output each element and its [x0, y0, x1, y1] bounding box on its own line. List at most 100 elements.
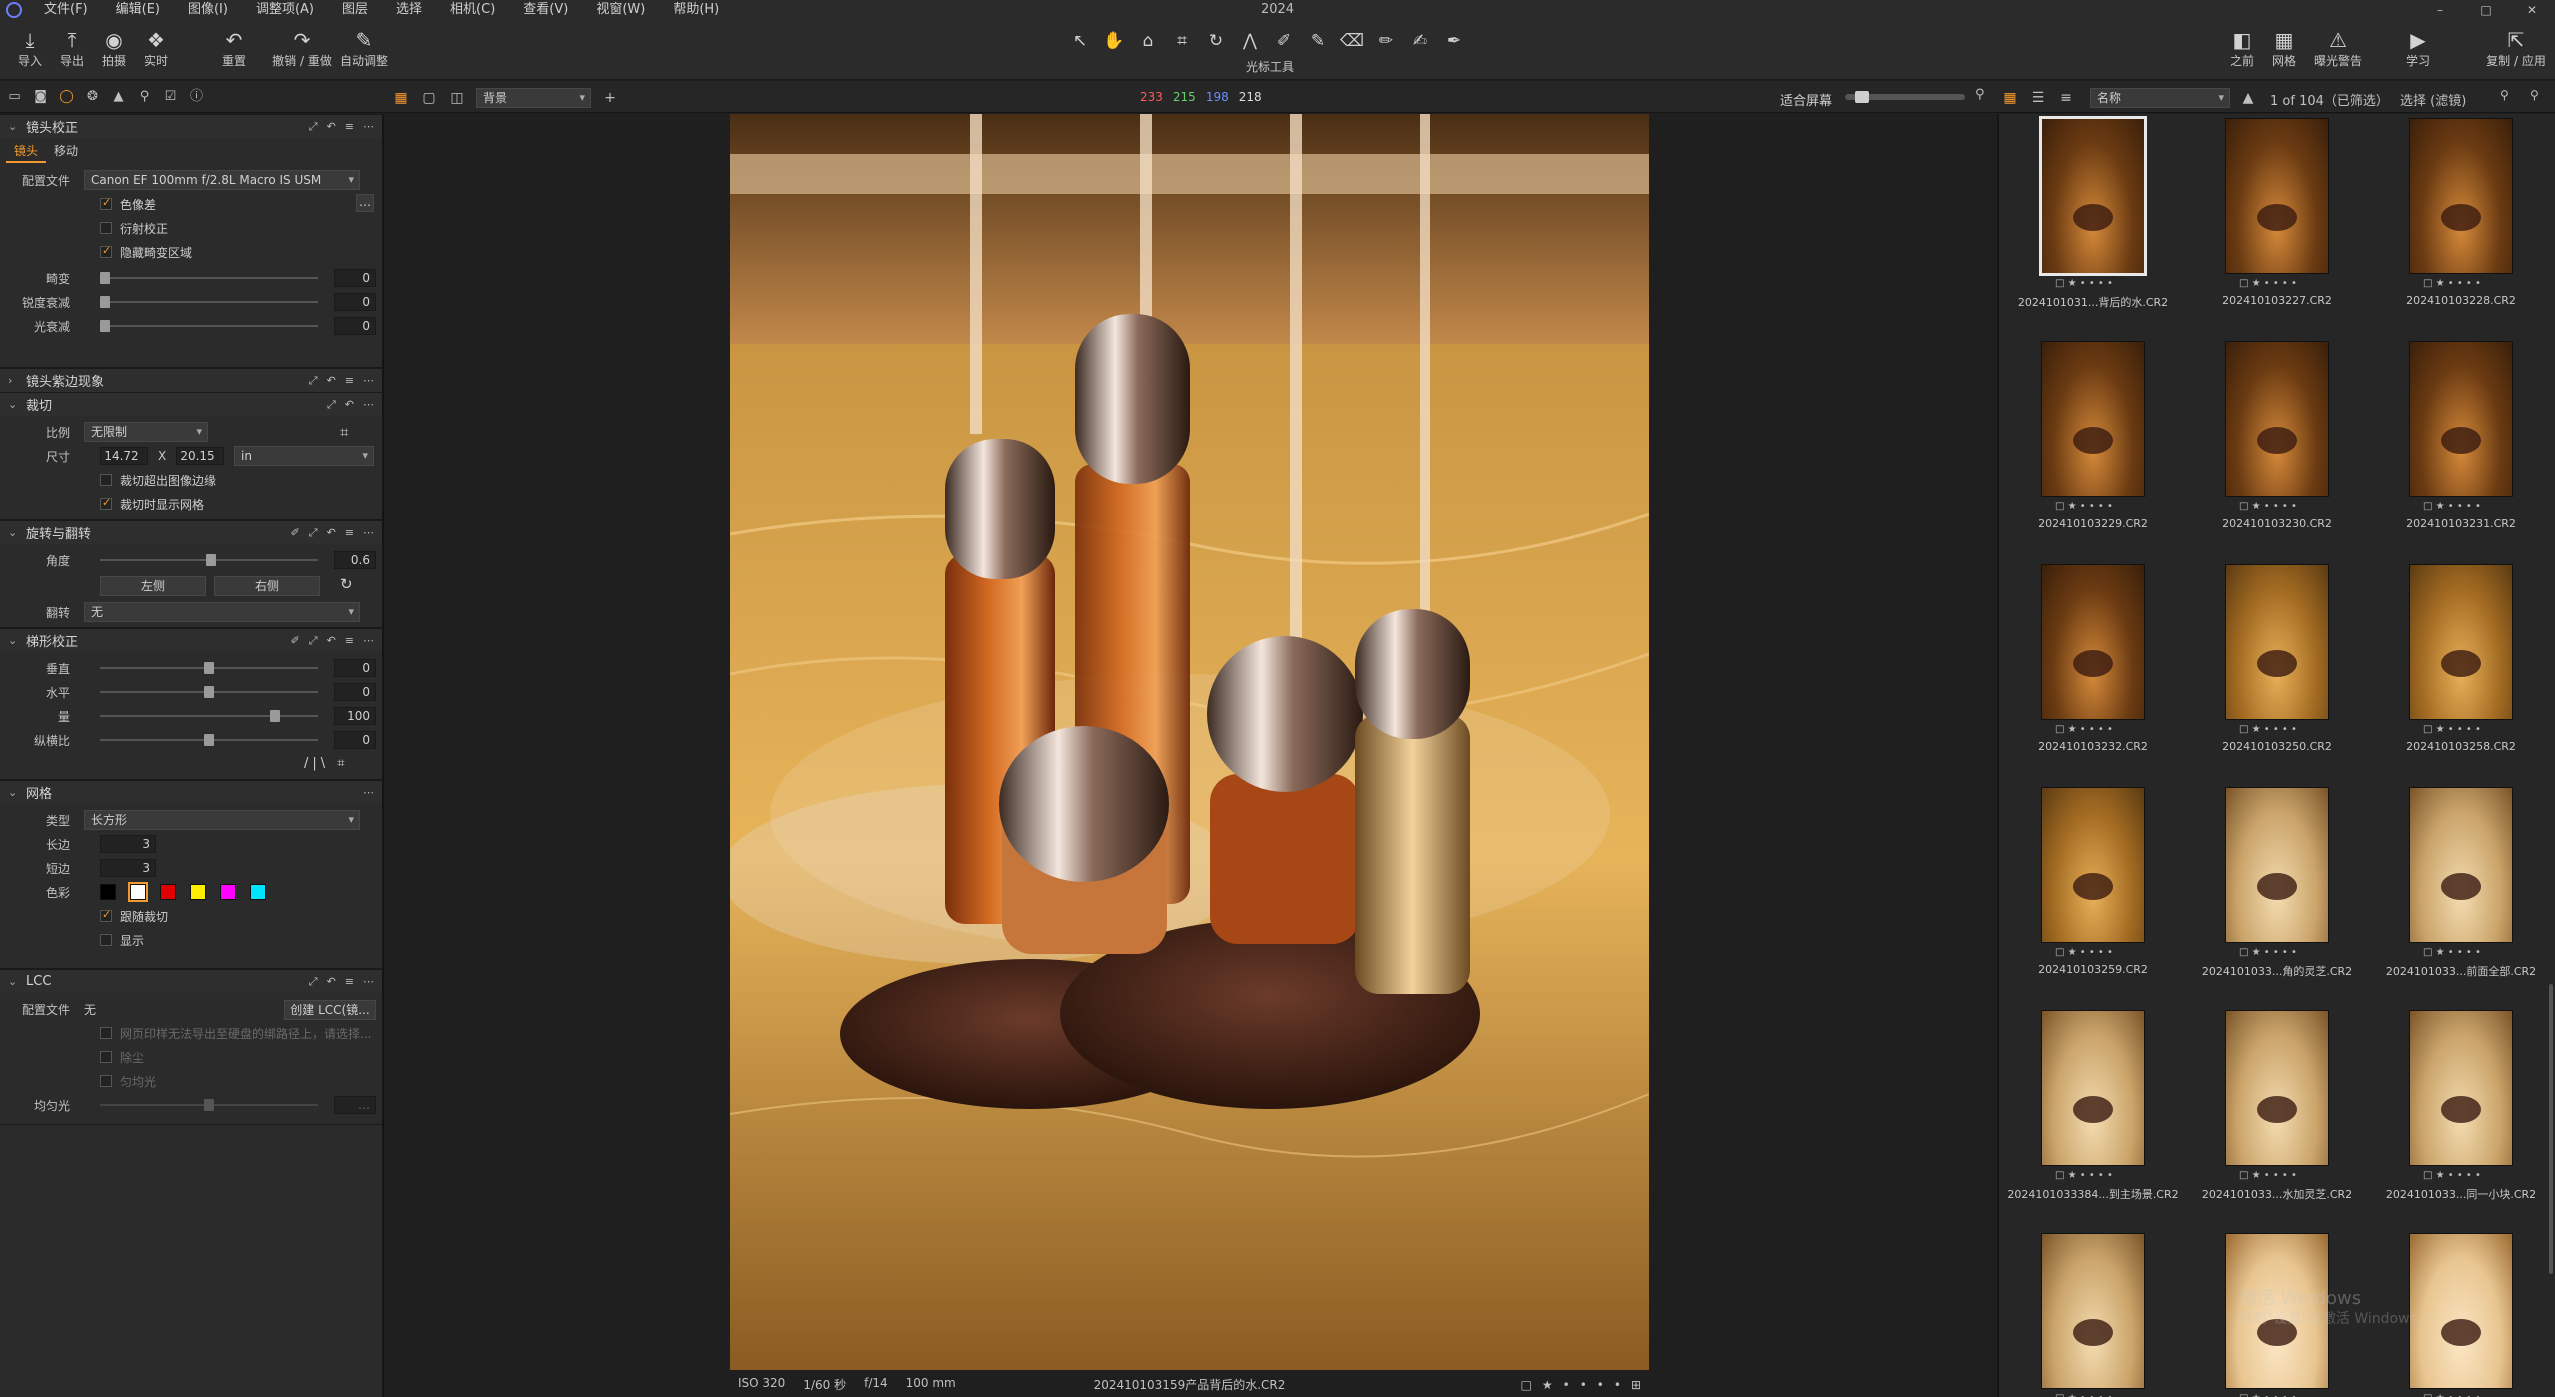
rating-dot[interactable]: • — [1563, 1378, 1570, 1392]
close-button[interactable]: ✕ — [2509, 0, 2555, 20]
sort-direction-icon[interactable]: ▲ — [2238, 90, 2258, 106]
thumbnail-rating[interactable]: □ ★ • • • • — [2055, 724, 2113, 735]
lcc-header[interactable]: ⌄ LCC ⤢ ↶ ≡ ⋯ — [0, 969, 382, 993]
angle-slider[interactable] — [100, 554, 318, 566]
thumbnail-rating[interactable]: □ ★ • • • • — [2055, 1170, 2113, 1181]
add-icon[interactable]: + — [601, 90, 619, 106]
thumbnail-image[interactable] — [2039, 116, 2147, 276]
metadata-tab-icon[interactable]: ☑ — [162, 89, 179, 105]
color-swatch[interactable] — [250, 884, 266, 900]
exposure-warning-button[interactable]: ⚠ 曝光警告 — [2306, 28, 2370, 70]
reset-icon[interactable]: ↶ — [327, 629, 336, 653]
presets-icon[interactable]: ≡ — [345, 369, 354, 393]
details-tab-icon[interactable]: ⚲ — [136, 89, 153, 105]
primary-view-icon[interactable]: ◫ — [448, 90, 466, 106]
eraser-icon[interactable]: ⌫ — [1337, 28, 1367, 54]
menu-item[interactable]: 视窗(W) — [582, 0, 659, 20]
horizontal-value[interactable]: 0 — [334, 683, 376, 701]
more-icon[interactable]: ⋯ — [363, 115, 374, 139]
thumbnail[interactable]: □ ★ • • • • 202410103230.CR2 — [2187, 339, 2367, 549]
detail-view-icon[interactable]: ≡ — [2056, 90, 2076, 106]
reset-button[interactable]: ↶ 重置 — [208, 28, 260, 70]
badge-icon[interactable]: ⊞ — [1631, 1378, 1641, 1392]
gradient-icon[interactable]: ✏ — [1371, 28, 1401, 54]
menu-item[interactable]: 相机(C) — [436, 0, 509, 20]
distortion-value[interactable]: 0 — [334, 269, 376, 287]
sharpness-value[interactable]: 0 — [334, 293, 376, 311]
thumbnail-rating[interactable]: □ ★ • • • • — [2239, 501, 2297, 512]
thumbnail-image[interactable] — [2041, 1010, 2145, 1166]
menu-item[interactable]: 图层 — [328, 0, 382, 20]
menu-item[interactable]: 图像(I) — [174, 0, 242, 20]
color-swatch[interactable] — [160, 884, 176, 900]
show-checkbox[interactable]: 显示 — [100, 932, 144, 949]
crop-icon[interactable]: ⌗ — [1167, 28, 1197, 54]
color-swatch[interactable] — [128, 882, 148, 902]
more-icon[interactable]: ⋯ — [363, 393, 374, 417]
thumbnail[interactable]: □ ★ • • • • 2024101033...角的灵芝.CR2 — [2187, 785, 2367, 995]
capture-tab-icon[interactable]: ◙ — [32, 89, 49, 105]
browser-search-icon[interactable]: ⚲ — [2500, 88, 2509, 102]
uniform-light-value[interactable]: … — [334, 1096, 376, 1114]
loupe-icon[interactable]: ⌂ — [1133, 28, 1163, 54]
ratio-select[interactable]: 无限制 — [84, 422, 208, 442]
color-tag-icon[interactable]: □ — [1521, 1378, 1532, 1392]
more-icon[interactable]: ⋯ — [363, 629, 374, 653]
rating-dot[interactable]: • — [1580, 1378, 1587, 1392]
presets-icon[interactable]: ≡ — [345, 115, 354, 139]
thumbnail-grid-icon[interactable]: ▦ — [2000, 90, 2020, 106]
picker-icon[interactable]: ✐ — [1269, 28, 1299, 54]
thumbnail[interactable]: □ ★ • • • • 2024101033384...到主场景.CR2 — [2003, 1008, 2183, 1218]
zoom-in-icon[interactable]: ⚲ — [1975, 87, 1985, 102]
rotate-header[interactable]: ⌄ 旋转与翻转 ✐ ⤢ ↶ ≡ ⋯ — [0, 520, 382, 544]
thumbnail[interactable]: □ ★ • • • • 202410103250.CR2 — [2187, 562, 2367, 772]
diffraction-checkbox[interactable]: 衍射校正 — [100, 220, 168, 237]
reset-icon[interactable]: ↶ — [327, 115, 336, 139]
grid-button[interactable]: ▦ 网格 — [2258, 28, 2310, 70]
viewer-rating[interactable]: □ ★ • • • • ⊞ — [1521, 1378, 1641, 1392]
single-view-icon[interactable]: ▢ — [420, 90, 438, 106]
keystone-tools[interactable]: /|\ ⌗ — [304, 756, 349, 771]
tab-move[interactable]: 移动 — [46, 140, 86, 161]
thumbnail[interactable]: □ ★ • • • • 2024101033...前面全部.CR2 — [2371, 785, 2551, 995]
annotate-icon[interactable]: ✒ — [1439, 28, 1469, 54]
thumbnail-rating[interactable]: □ ★ • • • • — [2423, 501, 2481, 512]
zoom-slider-knob[interactable] — [1855, 91, 1869, 103]
thumbnail-image[interactable] — [2409, 564, 2513, 720]
rotate-right-button[interactable]: 右侧 — [214, 576, 320, 596]
keystone-header[interactable]: ⌄ 梯形校正 ✐ ⤢ ↶ ≡ ⋯ — [0, 628, 382, 652]
color-swatch[interactable] — [220, 884, 236, 900]
crop-header[interactable]: ⌄ 裁切 ⤢ ↶ ⋯ — [0, 392, 382, 416]
presets-icon[interactable]: ≡ — [345, 629, 354, 653]
more-icon[interactable]: ⋯ — [363, 970, 374, 994]
thumbnail-rating[interactable]: □ ★ • • • • — [2423, 1393, 2481, 1397]
short-edge-input[interactable]: 3 — [100, 859, 156, 877]
hide-distorted-checkbox[interactable]: 隐藏畸变区域 — [100, 244, 192, 261]
thumbnail[interactable]: □ ★ • • • • 202410103259.CR2 — [2003, 785, 2183, 995]
unit-select[interactable]: in — [234, 446, 374, 466]
fit-screen-label[interactable]: 适合屏幕 — [1780, 90, 1832, 109]
rotate-reset-icon[interactable]: ↻ — [340, 575, 353, 593]
thumbnail-rating[interactable]: □ ★ • • • • — [2239, 724, 2297, 735]
thumbnail-rating[interactable]: □ ★ • • • • — [2055, 947, 2113, 958]
thumbnail-image[interactable] — [2409, 787, 2513, 943]
reset-icon[interactable]: ↶ — [327, 970, 336, 994]
minimize-button[interactable]: – — [2417, 0, 2463, 20]
purple-fringing-header[interactable]: › 镜头紫边现象 ⤢ ↶ ≡ ⋯ — [0, 368, 382, 392]
lcc-path-checkbox[interactable]: 网页印样无法导出至硬盘的绑路径上，请选择... — [100, 1025, 371, 1042]
thumbnail[interactable]: □ ★ • • • • 2024101033...水加灵芝.CR2 — [2187, 1008, 2367, 1218]
color-swatch[interactable] — [190, 884, 206, 900]
show-grid-checkbox[interactable]: 裁切时显示网格 — [100, 496, 204, 513]
image-viewer[interactable]: ISO 320 1/60 秒 f/14 100 mm 202410103159产… — [386, 114, 1997, 1397]
thumbnail[interactable]: □ ★ • • • • — [2003, 1231, 2183, 1397]
dust-checkbox[interactable]: 除尘 — [100, 1049, 144, 1066]
thumbnail-image[interactable] — [2041, 341, 2145, 497]
thumbnail-rating[interactable]: □ ★ • • • • — [2423, 1170, 2481, 1181]
zoom-slider[interactable] — [1845, 91, 1965, 103]
thumbnail[interactable]: □ ★ • • • • 202410103232.CR2 — [2003, 562, 2183, 772]
aspect-slider[interactable] — [100, 734, 318, 746]
background-select[interactable]: 背景 — [476, 88, 591, 108]
learn-button[interactable]: ▶ 学习 — [2392, 28, 2444, 70]
crop-width-input[interactable]: 14.72 — [100, 447, 148, 465]
light-falloff-slider[interactable] — [100, 320, 318, 332]
